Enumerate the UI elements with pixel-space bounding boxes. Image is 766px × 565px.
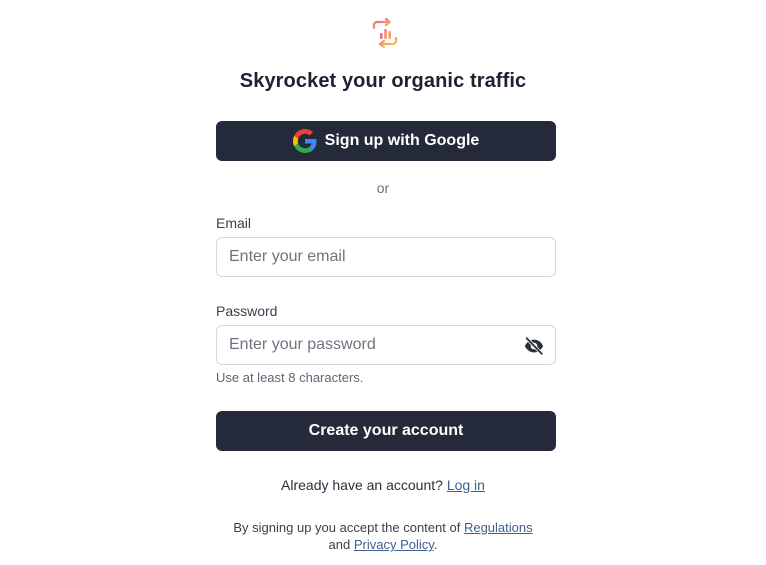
page-title: Skyrocket your organic traffic [239,70,527,92]
terms-and: and [328,537,351,552]
password-field-container [216,325,556,365]
terms-suffix: . [433,537,438,552]
create-account-label: Create your account [308,422,464,439]
password-hint: Use at least 8 characters. [216,370,364,385]
google-signup-label: Sign up with Google [324,132,480,149]
terms-notice: By signing up you accept the content of … [0,519,766,553]
email-field[interactable] [217,238,555,276]
login-link[interactable]: Log in [447,477,485,493]
password-field[interactable] [217,326,555,364]
create-account-button[interactable]: Create your account [216,411,556,451]
divider-text: or [376,180,390,196]
google-g-icon [292,129,317,153]
regulations-link[interactable]: Regulations [464,520,533,535]
eye-slash-icon[interactable] [523,335,545,357]
login-prompt: Already have an account? Log in [0,477,766,493]
email-field-container [216,237,556,277]
email-label: Email [216,215,252,231]
privacy-policy-link[interactable]: Privacy Policy [354,537,434,552]
chart-refresh-logo-icon [372,17,398,49]
login-prompt-text: Already have an account? [281,477,443,493]
password-label: Password [216,303,278,319]
terms-prefix: By signing up you accept the content of [233,520,461,535]
google-signup-button[interactable]: Sign up with Google [216,121,556,161]
